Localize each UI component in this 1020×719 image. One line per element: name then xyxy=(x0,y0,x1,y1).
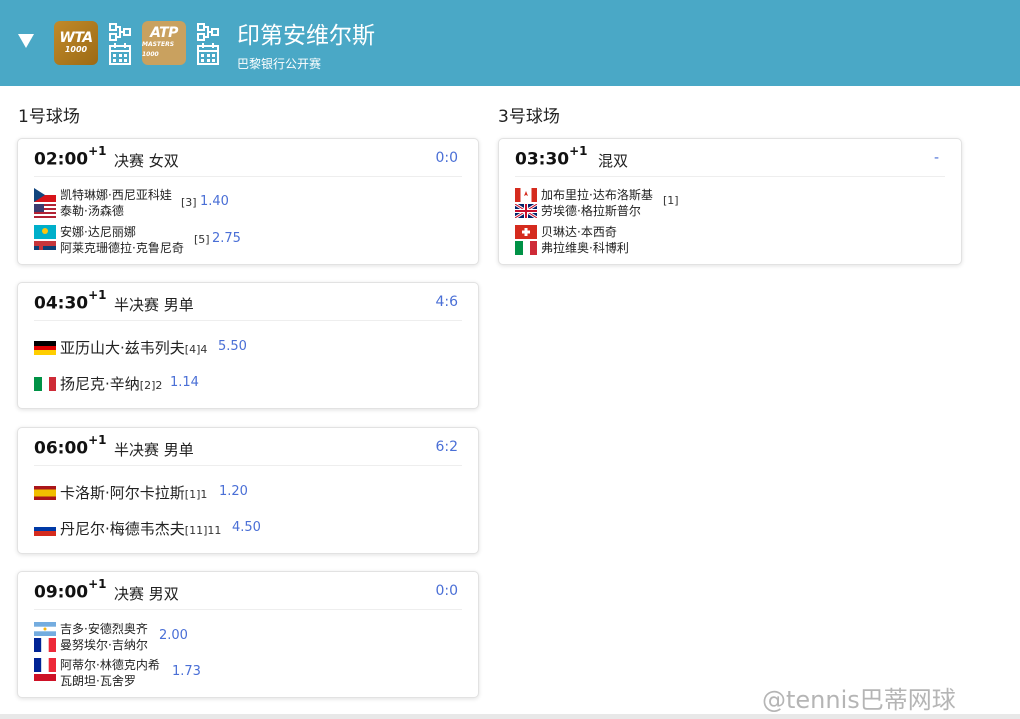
flag-mc-icon xyxy=(34,674,56,688)
odds[interactable]: 4.50 xyxy=(232,520,261,535)
seed: [4]4 xyxy=(184,343,208,356)
flag-fr-icon xyxy=(34,658,56,672)
flag-it-icon xyxy=(515,241,537,255)
match-score[interactable]: 0:0 xyxy=(435,583,458,599)
player-name[interactable]: 阿莱克珊德拉·克鲁尼奇 xyxy=(60,239,184,256)
match-time: 03:30+1 xyxy=(515,144,588,170)
odds[interactable]: 2.00 xyxy=(159,628,188,643)
court-title: 3号球场 xyxy=(498,107,560,127)
flag-de-icon xyxy=(34,341,56,355)
match-header: 06:00+1 半决赛 男单 6:2 xyxy=(34,428,462,466)
bottom-divider xyxy=(0,714,1020,719)
player-name[interactable]: 吉多·安德烈奥齐 xyxy=(60,620,148,637)
flag-fr-icon xyxy=(34,638,56,652)
match-round: 决赛 女双 xyxy=(114,152,179,170)
match-card[interactable]: 06:00+1 半决赛 男单 6:2 卡洛斯·阿尔卡拉斯[1]1 1.20 丹尼… xyxy=(17,427,479,554)
player-name[interactable]: 贝琳达·本西奇 xyxy=(541,223,617,240)
match-time: 02:00+1 xyxy=(34,144,107,170)
match-card[interactable]: 03:30+1 混双 - 加布里拉·达布洛斯基 劳埃德·格拉斯普尔 [1] 贝琳… xyxy=(498,138,962,265)
player-name[interactable]: 凯特琳娜·西尼亚科娃 xyxy=(60,186,172,203)
flag-ca-icon xyxy=(515,188,537,202)
wta-bracket-calendar-icon[interactable] xyxy=(108,22,132,66)
match-header: 04:30+1 半决赛 男单 4:6 xyxy=(34,283,462,321)
odds[interactable]: 1.40 xyxy=(200,194,229,209)
player-name[interactable]: 阿蒂尔·林德克内希 xyxy=(60,656,160,673)
match-header: 09:00+1 决赛 男双 0:0 xyxy=(34,572,462,610)
tournament-sponsor: 巴黎银行公开赛 xyxy=(237,57,322,71)
seed: [11]11 xyxy=(184,524,222,537)
match-score[interactable]: 0:0 xyxy=(435,150,458,166)
atp-masters-1000-logo: ATP MASTERS 1000 xyxy=(142,21,186,65)
seed: [5] xyxy=(194,233,210,246)
flag-ch-icon xyxy=(515,225,537,239)
match-time: 06:00+1 xyxy=(34,433,107,459)
player-name[interactable]: 泰勒·汤森德 xyxy=(60,202,124,219)
match-time: 04:30+1 xyxy=(34,288,107,314)
flag-kz-icon xyxy=(34,225,56,239)
player-name[interactable]: 劳埃德·格拉斯普尔 xyxy=(541,202,641,219)
tournament-header: WTA 1000 ATP MASTERS 1000 印第安维尔斯 巴黎银行公开赛 xyxy=(0,0,1020,86)
odds[interactable]: 1.73 xyxy=(172,664,201,679)
flag-it-icon xyxy=(34,377,56,391)
player-name[interactable]: 弗拉维奥·科博利 xyxy=(541,239,629,256)
match-card[interactable]: 04:30+1 半决赛 男单 4:6 亚历山大·兹韦列夫[4]4 5.50 扬尼… xyxy=(17,282,479,409)
player-name[interactable]: 安娜·达尼丽娜 xyxy=(60,223,136,240)
player-name[interactable]: 卡洛斯·阿尔卡拉斯[1]1 xyxy=(60,482,207,503)
flag-ru-icon xyxy=(34,522,56,536)
match-round: 混双 xyxy=(598,152,629,170)
odds[interactable]: 1.14 xyxy=(170,375,199,390)
player-name[interactable]: 加布里拉·达布洛斯基 xyxy=(541,186,653,203)
match-card[interactable]: 09:00+1 决赛 男双 0:0 吉多·安德烈奥齐 曼努埃尔·吉纳尔 2.00… xyxy=(17,571,479,698)
seed: [1] xyxy=(663,194,679,207)
odds[interactable]: 5.50 xyxy=(218,339,247,354)
player-name[interactable]: 瓦朗坦·瓦舍罗 xyxy=(60,672,136,689)
flag-ar-icon xyxy=(34,622,56,636)
flag-gb-icon xyxy=(515,204,537,218)
odds[interactable]: 2.75 xyxy=(212,231,241,246)
atp-bracket-calendar-icon[interactable] xyxy=(196,22,220,66)
collapse-caret-icon[interactable] xyxy=(18,34,34,48)
flag-es-icon xyxy=(34,486,56,500)
wta-1000-logo: WTA 1000 xyxy=(54,21,98,65)
match-round: 决赛 男双 xyxy=(114,585,179,603)
odds[interactable]: 1.20 xyxy=(219,484,248,499)
flag-cz-icon xyxy=(34,188,56,202)
match-score[interactable]: 4:6 xyxy=(435,294,458,310)
player-name[interactable]: 亚历山大·兹韦列夫[4]4 xyxy=(60,337,207,358)
match-time: 09:00+1 xyxy=(34,577,107,603)
seed: [3] xyxy=(181,196,197,209)
court-title: 1号球场 xyxy=(18,107,80,127)
player-name[interactable]: 扬尼克·辛纳[2]2 xyxy=(60,373,162,394)
match-score[interactable]: 6:2 xyxy=(435,439,458,455)
match-score[interactable]: - xyxy=(934,150,939,166)
match-header: 02:00+1 决赛 女双 0:0 xyxy=(34,139,462,177)
match-round: 半决赛 男单 xyxy=(114,296,194,314)
match-header: 03:30+1 混双 - xyxy=(515,139,945,177)
match-card[interactable]: 02:00+1 决赛 女双 0:0 凯特琳娜·西尼亚科娃 泰勒·汤森德 [3] … xyxy=(17,138,479,265)
tournament-title[interactable]: 印第安维尔斯 xyxy=(237,16,375,50)
flag-rs-icon xyxy=(34,241,56,255)
seed: [2]2 xyxy=(139,379,163,392)
watermark: @tennis巴蒂网球 xyxy=(762,686,956,714)
flag-us-icon xyxy=(34,204,56,218)
seed: [1]1 xyxy=(184,488,208,501)
match-round: 半决赛 男单 xyxy=(114,441,194,459)
player-name[interactable]: 丹尼尔·梅德韦杰夫[11]11 xyxy=(60,518,221,539)
player-name[interactable]: 曼努埃尔·吉纳尔 xyxy=(60,636,148,653)
